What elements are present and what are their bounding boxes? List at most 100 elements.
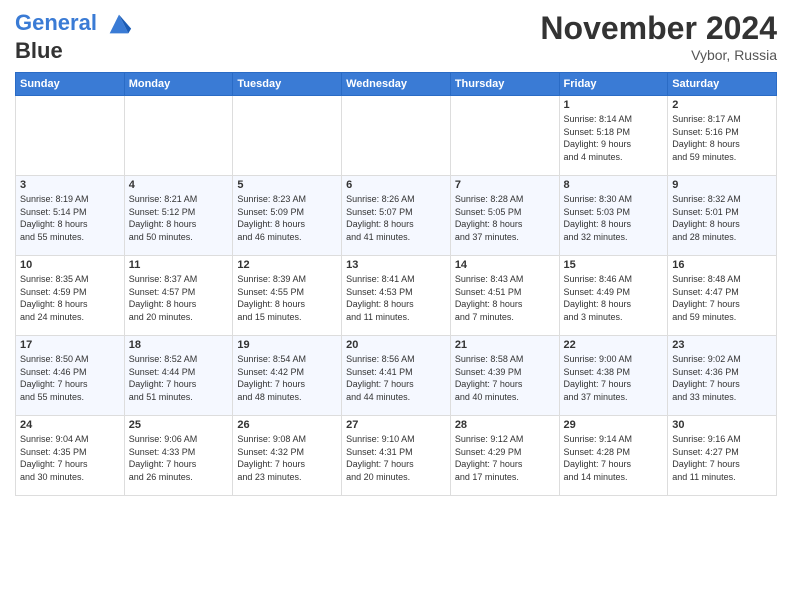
day-cell: 10 Sunrise: 8:35 AM Sunset: 4:59 PM Dayli… (16, 256, 125, 336)
day-cell: 25 Sunrise: 9:06 AM Sunset: 4:33 PM Dayli… (124, 416, 233, 496)
day-cell: 23Sunrise: 9:02 AM Sunset: 4:36 PM Dayli… (668, 336, 777, 416)
day-cell (16, 96, 125, 176)
day-cell: 18 Sunrise: 8:52 AM Sunset: 4:44 PM Dayli… (124, 336, 233, 416)
header-row: SundayMondayTuesdayWednesdayThursdayFrid… (16, 73, 777, 96)
day-info: Sunrise: 8:32 AM Sunset: 5:01 PM Dayligh… (672, 193, 772, 243)
col-header-sunday: Sunday (16, 73, 125, 96)
day-info: Sunrise: 9:12 AM Sunset: 4:29 PM Dayligh… (455, 433, 555, 483)
day-info: Sunrise: 8:19 AM Sunset: 5:14 PM Dayligh… (20, 193, 120, 243)
day-number: 8 (564, 179, 664, 191)
day-info: Sunrise: 9:16 AM Sunset: 4:27 PM Dayligh… (672, 433, 772, 483)
day-info: Sunrise: 8:39 AM Sunset: 4:55 PM Dayligh… (237, 273, 337, 323)
day-number: 13 (346, 259, 446, 271)
week-row-3: 10 Sunrise: 8:35 AM Sunset: 4:59 PM Dayli… (16, 256, 777, 336)
page-header: General Blue November 2024 Vybor, Russia (15, 10, 777, 64)
day-number: 1 (564, 99, 664, 111)
day-number: 15 (564, 259, 664, 271)
day-cell: 26Sunrise: 9:08 AM Sunset: 4:32 PM Dayli… (233, 416, 342, 496)
day-number: 10 (20, 259, 120, 271)
day-cell: 9 Sunrise: 8:32 AM Sunset: 5:01 PM Daylig… (668, 176, 777, 256)
day-info: Sunrise: 8:46 AM Sunset: 4:49 PM Dayligh… (564, 273, 664, 323)
day-info: Sunrise: 8:58 AM Sunset: 4:39 PM Dayligh… (455, 353, 555, 403)
day-cell: 3 Sunrise: 8:19 AM Sunset: 5:14 PM Daylig… (16, 176, 125, 256)
day-cell: 5 Sunrise: 8:23 AM Sunset: 5:09 PM Daylig… (233, 176, 342, 256)
col-header-tuesday: Tuesday (233, 73, 342, 96)
day-cell: 12 Sunrise: 8:39 AM Sunset: 4:55 PM Dayli… (233, 256, 342, 336)
day-cell: 21 Sunrise: 8:58 AM Sunset: 4:39 PM Dayli… (450, 336, 559, 416)
day-number: 4 (129, 179, 229, 191)
day-cell: 13 Sunrise: 8:41 AM Sunset: 4:53 PM Dayli… (342, 256, 451, 336)
day-cell: 24 Sunrise: 9:04 AM Sunset: 4:35 PM Dayli… (16, 416, 125, 496)
day-cell: 14Sunrise: 8:43 AM Sunset: 4:51 PM Dayli… (450, 256, 559, 336)
day-number: 16 (672, 259, 772, 271)
day-number: 5 (237, 179, 337, 191)
day-info: Sunrise: 8:14 AM Sunset: 5:18 PM Dayligh… (564, 113, 664, 163)
day-cell: 20 Sunrise: 8:56 AM Sunset: 4:41 PM Dayli… (342, 336, 451, 416)
day-info: Sunrise: 9:10 AM Sunset: 4:31 PM Dayligh… (346, 433, 446, 483)
day-number: 30 (672, 419, 772, 431)
day-info: Sunrise: 9:04 AM Sunset: 4:35 PM Dayligh… (20, 433, 120, 483)
day-cell: 16 Sunrise: 8:48 AM Sunset: 4:47 PM Dayli… (668, 256, 777, 336)
day-number: 22 (564, 339, 664, 351)
day-cell: 28 Sunrise: 9:12 AM Sunset: 4:29 PM Dayli… (450, 416, 559, 496)
day-number: 12 (237, 259, 337, 271)
day-info: Sunrise: 8:41 AM Sunset: 4:53 PM Dayligh… (346, 273, 446, 323)
day-info: Sunrise: 8:35 AM Sunset: 4:59 PM Dayligh… (20, 273, 120, 323)
day-cell: 17 Sunrise: 8:50 AM Sunset: 4:46 PM Dayli… (16, 336, 125, 416)
col-header-wednesday: Wednesday (342, 73, 451, 96)
day-cell (342, 96, 451, 176)
day-cell: 2 Sunrise: 8:17 AM Sunset: 5:16 PM Daylig… (668, 96, 777, 176)
col-header-friday: Friday (559, 73, 668, 96)
day-number: 24 (20, 419, 120, 431)
day-number: 25 (129, 419, 229, 431)
calendar-table: SundayMondayTuesdayWednesdayThursdayFrid… (15, 72, 777, 496)
col-header-saturday: Saturday (668, 73, 777, 96)
day-number: 18 (129, 339, 229, 351)
day-number: 2 (672, 99, 772, 111)
day-cell (233, 96, 342, 176)
day-info: Sunrise: 8:43 AM Sunset: 4:51 PM Dayligh… (455, 273, 555, 323)
day-cell: 19Sunrise: 8:54 AM Sunset: 4:42 PM Dayli… (233, 336, 342, 416)
page-container: General Blue November 2024 Vybor, Russia… (0, 0, 792, 506)
day-cell: 29Sunrise: 9:14 AM Sunset: 4:28 PM Dayli… (559, 416, 668, 496)
day-number: 9 (672, 179, 772, 191)
day-cell: 30 Sunrise: 9:16 AM Sunset: 4:27 PM Dayli… (668, 416, 777, 496)
day-number: 21 (455, 339, 555, 351)
day-number: 11 (129, 259, 229, 271)
day-info: Sunrise: 8:50 AM Sunset: 4:46 PM Dayligh… (20, 353, 120, 403)
day-info: Sunrise: 9:06 AM Sunset: 4:33 PM Dayligh… (129, 433, 229, 483)
day-info: Sunrise: 8:21 AM Sunset: 5:12 PM Dayligh… (129, 193, 229, 243)
day-info: Sunrise: 8:37 AM Sunset: 4:57 PM Dayligh… (129, 273, 229, 323)
day-number: 28 (455, 419, 555, 431)
logo-line2: Blue (15, 38, 133, 64)
week-row-2: 3 Sunrise: 8:19 AM Sunset: 5:14 PM Daylig… (16, 176, 777, 256)
day-cell: 8 Sunrise: 8:30 AM Sunset: 5:03 PM Daylig… (559, 176, 668, 256)
day-info: Sunrise: 8:23 AM Sunset: 5:09 PM Dayligh… (237, 193, 337, 243)
day-cell: 27 Sunrise: 9:10 AM Sunset: 4:31 PM Dayli… (342, 416, 451, 496)
logo: General Blue (15, 10, 133, 64)
day-cell: 7 Sunrise: 8:28 AM Sunset: 5:05 PM Daylig… (450, 176, 559, 256)
day-info: Sunrise: 8:52 AM Sunset: 4:44 PM Dayligh… (129, 353, 229, 403)
col-header-thursday: Thursday (450, 73, 559, 96)
day-info: Sunrise: 8:28 AM Sunset: 5:05 PM Dayligh… (455, 193, 555, 243)
day-info: Sunrise: 8:26 AM Sunset: 5:07 PM Dayligh… (346, 193, 446, 243)
day-cell (124, 96, 233, 176)
day-info: Sunrise: 8:56 AM Sunset: 4:41 PM Dayligh… (346, 353, 446, 403)
day-cell: 6Sunrise: 8:26 AM Sunset: 5:07 PM Daylig… (342, 176, 451, 256)
day-cell (450, 96, 559, 176)
day-number: 3 (20, 179, 120, 191)
logo-icon (105, 10, 133, 38)
logo-text: General (15, 10, 133, 38)
day-number: 7 (455, 179, 555, 191)
day-cell: 1 Sunrise: 8:14 AM Sunset: 5:18 PM Daylig… (559, 96, 668, 176)
day-number: 20 (346, 339, 446, 351)
day-info: Sunrise: 8:48 AM Sunset: 4:47 PM Dayligh… (672, 273, 772, 323)
week-row-1: 1 Sunrise: 8:14 AM Sunset: 5:18 PM Daylig… (16, 96, 777, 176)
week-row-5: 24 Sunrise: 9:04 AM Sunset: 4:35 PM Dayli… (16, 416, 777, 496)
week-row-4: 17 Sunrise: 8:50 AM Sunset: 4:46 PM Dayli… (16, 336, 777, 416)
day-info: Sunrise: 8:30 AM Sunset: 5:03 PM Dayligh… (564, 193, 664, 243)
day-number: 17 (20, 339, 120, 351)
day-number: 27 (346, 419, 446, 431)
day-info: Sunrise: 8:17 AM Sunset: 5:16 PM Dayligh… (672, 113, 772, 163)
day-number: 23 (672, 339, 772, 351)
